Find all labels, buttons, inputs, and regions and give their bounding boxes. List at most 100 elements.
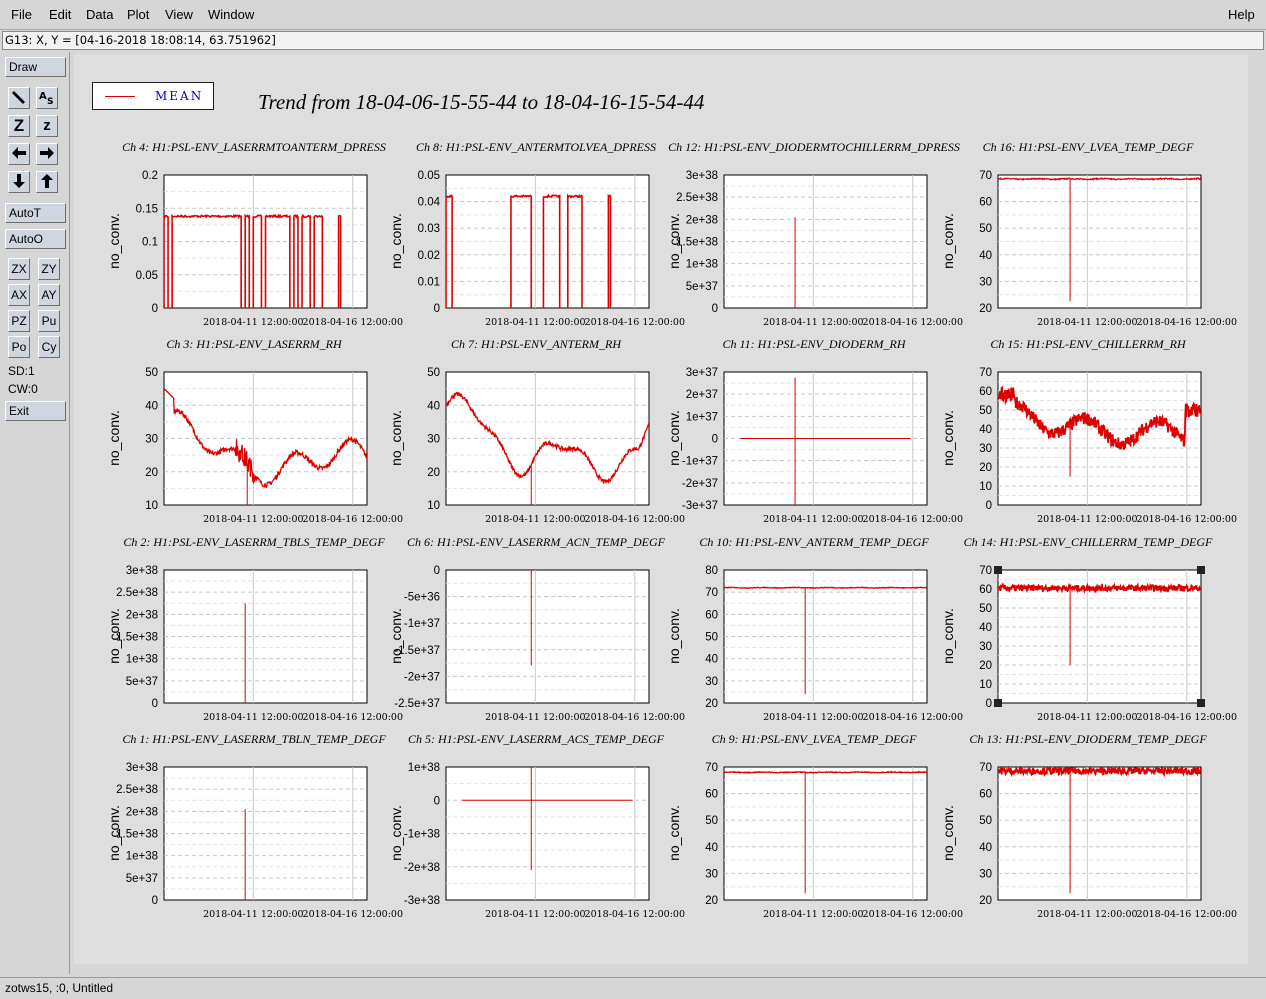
x-tick-label: 2018-04-11 12:00:00 (1037, 909, 1137, 920)
chart-panel[interactable]: Ch 14: H1:PSL-ENV_CHILLERRM_TEMP_DEGF no_… (930, 535, 1246, 725)
y-tick-label: 30 (705, 868, 718, 880)
chart-svg: 00.050.10.150.22018-04-11 12:00:00 2018-0… (136, 170, 403, 328)
zoom-out-icon[interactable]: z (36, 115, 58, 137)
y-tick-label: 1e+38 (126, 851, 158, 863)
chart-svg: 0 5e+37 1e+38 1.5e+38 2e+38 2.5e+38 3e+38 2018-… (116, 762, 403, 920)
chart-panel[interactable]: Ch 11: H1:PSL-ENV_DIODERM_RH no_conv. -3e+… (656, 337, 972, 527)
selection-handle (994, 699, 1002, 707)
y-tick-label: 70 (705, 587, 718, 599)
x-tick-label: 2018-04-11 12:00:00 (485, 317, 585, 328)
y-tick-label: 0 (712, 434, 718, 446)
chart-panel[interactable]: Ch 8: H1:PSL-ENV_ANTERMTOLVEA_DPRESS no_c… (378, 140, 694, 330)
series-line (724, 586, 927, 590)
y-tick-label: -1e+37 (404, 618, 440, 630)
y-tick-label: 60 (979, 386, 992, 398)
x-tick-label: 2018-04-11 12:00:00 (763, 909, 863, 920)
x-tick-label: 2018-04-11 12:00:00 (485, 514, 585, 525)
zx-button[interactable]: ZX (8, 258, 30, 280)
menu-window[interactable]: Window (208, 7, 254, 22)
y-tick-label: 0.15 (136, 203, 158, 215)
y-tick-label: 0.2 (142, 170, 158, 182)
po-button[interactable]: Po (8, 336, 30, 358)
draw-button[interactable]: Draw (5, 57, 66, 77)
legend-label: MEAN (155, 89, 204, 103)
selection-handle (1197, 566, 1205, 574)
arrow-up-icon[interactable] (36, 171, 58, 193)
y-tick-label: 60 (705, 609, 718, 621)
y-tick-label: 40 (145, 400, 158, 412)
y-tick-label: 50 (979, 405, 992, 417)
arrow-left-icon[interactable] (8, 143, 30, 165)
chart-panel[interactable]: Ch 2: H1:PSL-ENV_LASERRM_TBLS_TEMP_DEGF n… (96, 535, 412, 725)
menu-plot[interactable]: Plot (127, 7, 149, 22)
chart-panel[interactable]: Ch 5: H1:PSL-ENV_LASERRM_ACS_TEMP_DEGF no… (378, 732, 694, 922)
y-tick-label: 0 (152, 303, 158, 315)
chart-panel[interactable]: Ch 7: H1:PSL-ENV_ANTERM_RH no_conv. 10 20 30… (378, 337, 694, 527)
chart-panel[interactable]: Ch 10: H1:PSL-ENV_ANTERM_TEMP_DEGF no_con… (656, 535, 972, 725)
selection-handle (994, 566, 1002, 574)
y-tick-label: 0.03 (418, 223, 440, 235)
chart-svg: 10203040502018-04-11 12:00:00 2018-04-16 … (145, 367, 403, 525)
y-tick-label: 30 (705, 676, 718, 688)
y-tick-label: 1e+38 (126, 654, 158, 666)
pu-button[interactable]: Pu (38, 310, 60, 332)
chart-panel[interactable]: Ch 15: H1:PSL-ENV_CHILLERRM_RH no_conv. 0 1… (930, 337, 1246, 527)
menu-view[interactable]: View (165, 7, 193, 22)
chart-panel[interactable]: Ch 4: H1:PSL-ENV_LASERRMTOANTERM_DPRESS n… (96, 140, 412, 330)
y-tick-label: 2e+38 (686, 214, 718, 226)
chart-svg: 0 10 20 30 40 50 60 70 2018-04-11 12:00:00 2018-0… (979, 367, 1237, 525)
y-tick-label: 40 (979, 250, 992, 262)
chart-svg: 0 5e+37 1e+38 1.5e+38 2e+38 2.5e+38 3e+38 2018-… (676, 170, 963, 328)
x-tick-label: 2018-04-11 12:00:00 (1037, 712, 1137, 723)
y-tick-label: 0 (434, 795, 440, 807)
chart-panel[interactable]: Ch 1: H1:PSL-ENV_LASERRM_TBLN_TEMP_DEGF n… (96, 732, 412, 922)
y-tick-label: 0.01 (418, 276, 440, 288)
chart-svg: 0 0.01 0.02 0.03 0.04 0.05 2018-04-11 12:00:00… (418, 170, 685, 328)
y-tick-label: 50 (705, 632, 718, 644)
y-tick-label: -2e+38 (404, 862, 440, 874)
y-tick-label: 60 (979, 197, 992, 209)
wrench-icon[interactable] (8, 87, 30, 109)
x-tick-label: 2018-04-11 12:00:00 (763, 317, 863, 328)
y-tick-label: 20 (979, 895, 992, 907)
arrow-right-icon[interactable] (36, 143, 58, 165)
page-title: Trend from 18-04-06-15-55-44 to 18-04-16… (258, 90, 705, 114)
y-tick-label: 30 (427, 434, 440, 446)
chart-panel[interactable]: Ch 13: H1:PSL-ENV_DIODERM_TEMP_DEGF no_co… (930, 732, 1246, 922)
pz-button[interactable]: PZ (8, 310, 30, 332)
y-tick-label: 60 (705, 789, 718, 801)
chart-panel[interactable]: Ch 3: H1:PSL-ENV_LASERRM_RH no_conv. 10 20 3… (96, 337, 412, 527)
exit-button[interactable]: Exit (5, 401, 66, 421)
menu-help[interactable]: Help (1228, 7, 1255, 22)
chart-panel[interactable]: Ch 12: H1:PSL-ENV_DIODERMTOCHILLERRM_DPR… (656, 140, 972, 330)
chart-panel[interactable]: Ch 9: H1:PSL-ENV_LVEA_TEMP_DEGF no_conv. 2… (656, 732, 972, 922)
y-tick-label: -3e+38 (404, 895, 440, 907)
menu-file[interactable]: File (11, 7, 32, 22)
y-tick-label: 20 (427, 467, 440, 479)
text-scale-icon[interactable]: AS (36, 87, 58, 109)
y-tick-label: 40 (705, 654, 718, 666)
y-tick-label: 2.5e+38 (116, 587, 158, 599)
ax-button[interactable]: AX (8, 284, 30, 306)
y-tick-label: 20 (705, 895, 718, 907)
y-tick-label: 5e+37 (126, 676, 158, 688)
auto-o-button[interactable]: AutoO (5, 229, 66, 249)
menu-edit[interactable]: Edit (49, 7, 71, 22)
zoom-in-icon[interactable]: Z (8, 115, 30, 137)
auto-t-button[interactable]: AutoT (5, 203, 66, 223)
x-tick-label: 2018-04-11 12:00:00 (485, 712, 585, 723)
y-tick-label: 1.5e+38 (116, 829, 158, 841)
zy-button[interactable]: ZY (38, 258, 60, 280)
y-tick-label: 40 (427, 400, 440, 412)
chart-panel[interactable]: Ch 16: H1:PSL-ENV_LVEA_TEMP_DEGF no_conv.… (930, 140, 1246, 330)
legend-swatch (105, 96, 135, 97)
x-tick-label: 2018-04-11 12:00:00 (1037, 317, 1137, 328)
y-tick-label: 2.5e+38 (116, 784, 158, 796)
arrow-down-icon[interactable] (8, 171, 30, 193)
cy-button[interactable]: Cy (38, 336, 60, 358)
y-tick-label: 50 (979, 223, 992, 235)
ay-button[interactable]: AY (38, 284, 60, 306)
x-tick-label: 2018-04-16 12:00:00 (1137, 514, 1237, 525)
menu-data[interactable]: Data (86, 7, 113, 22)
chart-panel[interactable]: Ch 6: H1:PSL-ENV_LASERRM_ACN_TEMP_DEGF no… (378, 535, 694, 725)
